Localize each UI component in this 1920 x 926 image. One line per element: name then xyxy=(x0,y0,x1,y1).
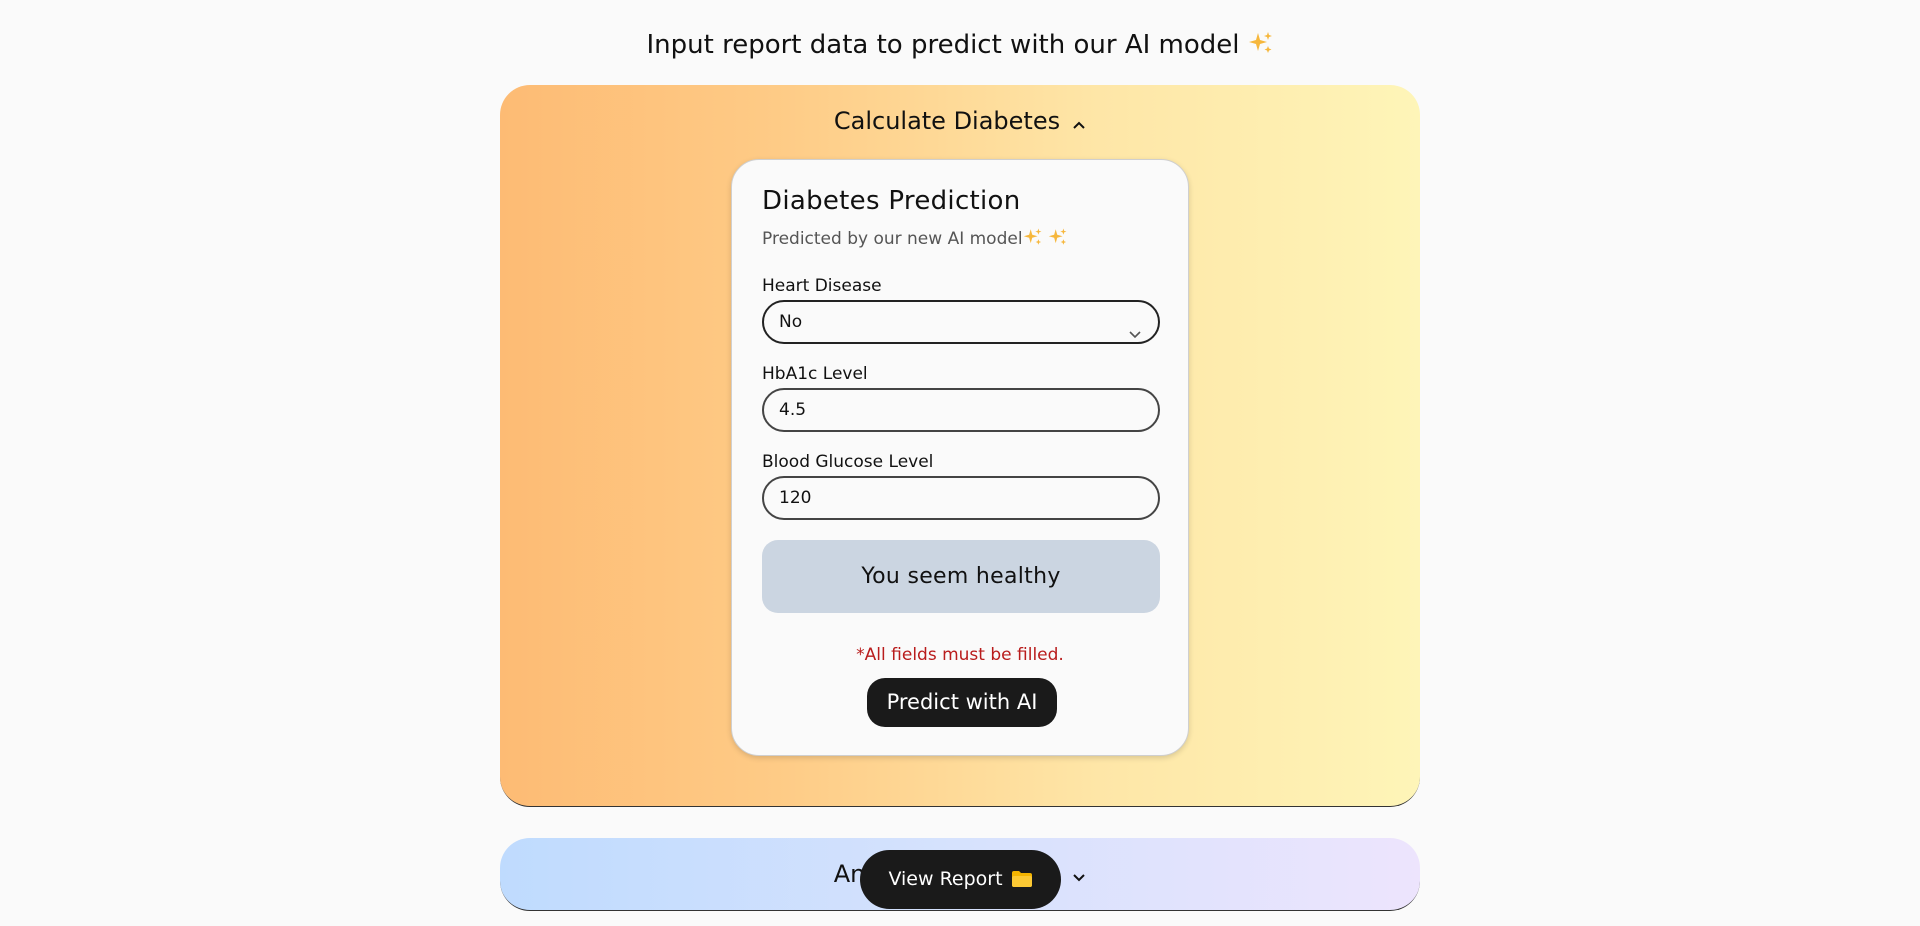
heart-disease-label: Heart Disease xyxy=(762,276,882,296)
sparkles-icon xyxy=(1023,228,1043,249)
calculate-diabetes-title: Calculate Diabetes xyxy=(833,107,1061,135)
card-title: Diabetes Prediction xyxy=(762,186,1021,216)
prediction-result: You seem healthy xyxy=(762,540,1160,613)
heart-disease-select[interactable]: No xyxy=(762,300,1160,344)
hba1c-label: HbA1c Level xyxy=(762,364,868,384)
heart-disease-value: No xyxy=(779,312,803,332)
blood-glucose-value: 120 xyxy=(779,488,812,508)
page-heading-text: Input report data to predict with our AI… xyxy=(646,30,1240,60)
diabetes-prediction-card: Diabetes Prediction Predicted by our new… xyxy=(731,159,1189,756)
card-subtitle-text: Predicted by our new AI model xyxy=(762,229,1023,249)
hba1c-input[interactable]: 4.5 xyxy=(762,388,1160,432)
calculate-diabetes-toggle[interactable]: Calculate Diabetes xyxy=(500,107,1420,136)
blood-glucose-input[interactable]: 120 xyxy=(762,476,1160,520)
page-heading: Input report data to predict with our AI… xyxy=(0,30,1920,60)
chevron-down-icon xyxy=(1128,315,1142,355)
hba1c-value: 4.5 xyxy=(779,400,807,420)
predict-with-ai-button[interactable]: Predict with AI xyxy=(867,678,1057,727)
chevron-up-icon xyxy=(1072,108,1086,136)
sparkles-icon xyxy=(1248,30,1274,60)
view-report-button[interactable]: View Report xyxy=(860,850,1061,909)
calculate-diabetes-panel: Calculate Diabetes Diabetes Prediction P… xyxy=(500,85,1420,807)
validation-warning: *All fields must be filled. xyxy=(856,645,1064,665)
card-subtitle: Predicted by our new AI model xyxy=(762,227,1068,249)
chevron-down-icon xyxy=(1072,861,1086,889)
sparkles-icon xyxy=(1048,228,1068,249)
blood-glucose-label: Blood Glucose Level xyxy=(762,452,934,472)
folder-icon xyxy=(1011,853,1033,912)
view-report-label: View Report xyxy=(888,868,1003,890)
page: Input report data to predict with our AI… xyxy=(0,0,1920,926)
